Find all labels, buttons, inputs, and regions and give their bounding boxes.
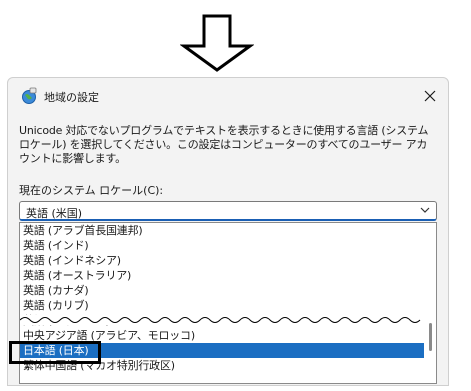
dialog-title: 地域の設定 xyxy=(44,91,99,104)
scrollbar-thumb[interactable] xyxy=(429,323,432,351)
close-icon xyxy=(424,90,436,102)
system-locale-select[interactable]: 英語 (米国) xyxy=(19,201,437,221)
locale-options: 英語 (アラブ首長国連邦) 英語 (インド) 英語 (インドネシア) 英語 (オ… xyxy=(20,223,424,373)
dropdown-scrollbar[interactable] xyxy=(424,223,434,383)
list-item[interactable]: 英語 (インド) xyxy=(20,238,424,253)
list-item[interactable]: 中央アジア語 (アラビア、モロッコ) xyxy=(20,328,424,343)
list-item[interactable]: 英語 (カナダ) xyxy=(20,283,424,298)
globe-icon xyxy=(22,87,37,104)
list-item[interactable]: 英語 (カリブ) xyxy=(20,298,424,313)
list-item[interactable]: 英語 (オーストラリア) xyxy=(20,268,424,283)
list-item[interactable]: 英語 (アラブ首長国連邦) xyxy=(20,223,424,238)
omission-wave-divider xyxy=(20,315,424,325)
title-bar: 地域の設定 xyxy=(8,78,448,114)
selected-locale-value: 英語 (米国) xyxy=(26,207,83,220)
locale-dropdown-list[interactable]: 英語 (アラブ首長国連邦) 英語 (インド) 英語 (インドネシア) 英語 (オ… xyxy=(19,222,437,384)
list-item[interactable]: 英語 (インドネシア) xyxy=(20,253,424,268)
list-item-japanese[interactable]: 日本語 (日本) xyxy=(20,343,424,358)
region-settings-dialog: 地域の設定 Unicode 対応でないプログラムでテキストを表示するときに使用す… xyxy=(7,77,449,386)
chevron-down-icon xyxy=(420,207,430,213)
down-arrow-icon xyxy=(180,14,254,72)
list-item[interactable]: 繁体中国語 (マカオ特別行政区) xyxy=(20,358,424,373)
close-button[interactable] xyxy=(418,84,442,108)
description-text: Unicode 対応でないプログラムでテキストを表示するときに使用する言語 (シ… xyxy=(19,124,429,165)
system-locale-label: 現在のシステム ロケール(C): xyxy=(19,184,164,197)
